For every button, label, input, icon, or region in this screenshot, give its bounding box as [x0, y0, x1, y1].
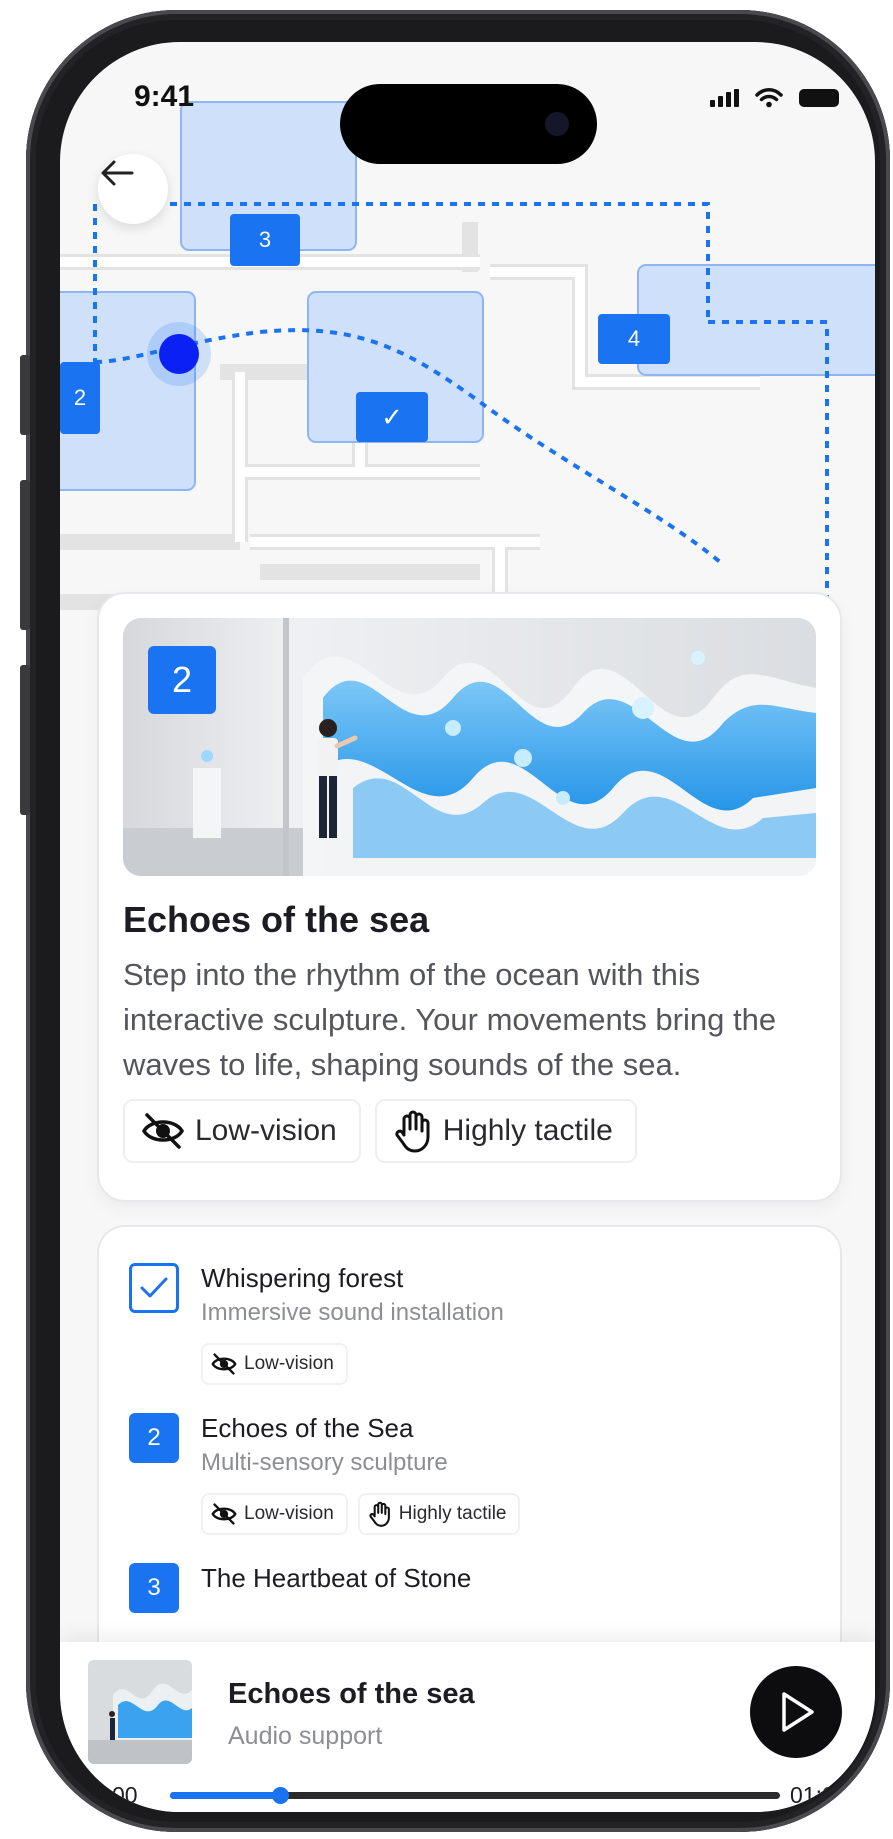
mini-tag-highly-tactile: Highly tactile [357, 1493, 521, 1535]
list-item-title: Echoes of the Sea [201, 1413, 414, 1443]
mute-switch [20, 355, 30, 435]
progress-knob[interactable] [271, 1787, 289, 1804]
eye-slash-icon [211, 1503, 237, 1525]
map-badge-3[interactable]: 3 [230, 214, 300, 266]
player-thumbnail [88, 1660, 192, 1764]
check-icon [140, 1277, 168, 1298]
hand-icon [369, 1501, 390, 1527]
wifi-icon [755, 88, 783, 108]
exhibit-list[interactable]: Whispering forest Immersive sound instal… [97, 1225, 842, 1685]
list-item-subtitle: Multi-sensory sculpture [201, 1449, 448, 1476]
back-button[interactable] [98, 154, 168, 224]
mini-tag-label: Low-vision [244, 1353, 334, 1374]
status-icons [710, 88, 839, 108]
map-badge-visited[interactable]: ✓ [356, 392, 428, 442]
list-item-title: The Heartbeat of Stone [201, 1563, 472, 1593]
exhibit-photo [123, 618, 816, 876]
thumbnail-image [88, 1660, 192, 1764]
exhibit-title: Echoes of the sea [123, 899, 430, 940]
play-icon [782, 1692, 814, 1732]
mini-tag-label: Low-vision [244, 1503, 334, 1524]
volume-up-button [20, 480, 30, 630]
total-time: 01:00 [790, 1782, 848, 1808]
dynamic-island [340, 84, 597, 164]
list-item-title: Whispering forest [201, 1263, 404, 1293]
player-title: Echoes of the sea [228, 1678, 475, 1710]
status-time: 9:41 [134, 80, 195, 113]
battery-icon [799, 89, 839, 107]
tag-highly-tactile[interactable]: Highly tactile [374, 1099, 637, 1163]
tag-low-vision[interactable]: Low-vision [123, 1099, 361, 1163]
mini-tag-low-vision: Low-vision [201, 1343, 348, 1385]
eye-slash-icon [141, 1113, 185, 1149]
current-time: 00:00 [80, 1782, 138, 1808]
volume-down-button [20, 665, 30, 815]
map-badge-4[interactable]: 4 [598, 314, 670, 364]
current-location-dot [159, 334, 199, 374]
exhibit-description: Step into the rhythm of the ocean with t… [123, 957, 777, 1082]
arrow-left-icon [101, 160, 134, 186]
exhibit-number-badge: 2 [148, 646, 216, 714]
phone-screen: 3 2 ✓ 4 9:41 2 Echoes of the sea Step in… [60, 42, 875, 1812]
hand-icon [395, 1110, 430, 1153]
tag-label: Highly tactile [442, 1114, 613, 1147]
mini-tag-low-vision: Low-vision [201, 1493, 348, 1535]
exhibit-card[interactable]: 2 Echoes of the sea Step into the rhythm… [97, 592, 842, 1202]
list-item-number: 2 [129, 1413, 179, 1463]
play-button[interactable] [750, 1666, 842, 1758]
list-item-tags: Low-vision Highly tactile [201, 1493, 521, 1535]
mini-tag-label: Highly tactile [398, 1503, 507, 1524]
player-subtitle: Audio support [228, 1722, 383, 1750]
audio-player[interactable]: Echoes of the sea Audio support 00:00 01… [60, 1642, 875, 1812]
progress-fill [170, 1792, 280, 1799]
visited-checkbox[interactable] [129, 1263, 179, 1313]
tag-label: Low-vision [195, 1114, 337, 1147]
map-badge-2[interactable]: 2 [60, 362, 100, 434]
signal-icon [710, 89, 739, 107]
exhibit-tags: Low-vision Highly tactile [123, 1099, 637, 1163]
exhibit-image: 2 [123, 618, 816, 876]
list-item-number: 3 [129, 1563, 179, 1613]
list-item-tags: Low-vision [201, 1343, 348, 1385]
list-item-subtitle: Immersive sound installation [201, 1299, 504, 1326]
progress-slider[interactable] [170, 1787, 780, 1804]
eye-slash-icon [211, 1353, 237, 1375]
